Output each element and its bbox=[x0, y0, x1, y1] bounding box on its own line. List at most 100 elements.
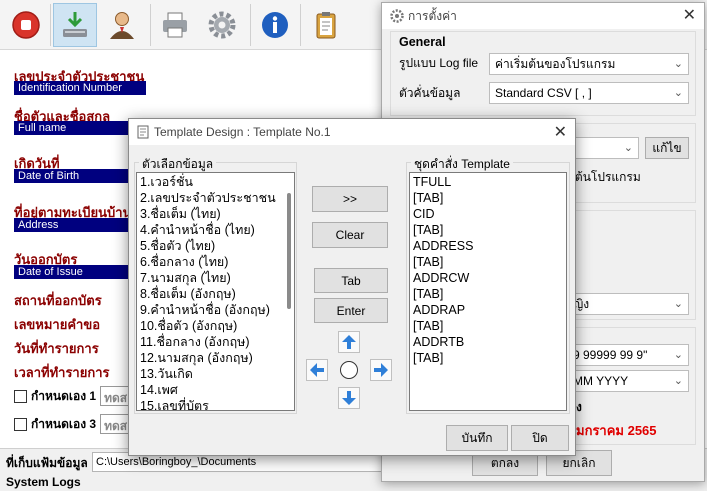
system-logs-label: System Logs bbox=[6, 475, 81, 489]
field-option-item[interactable]: 9.คำนำหน้าชื่อ (อังกฤษ) bbox=[140, 302, 280, 318]
field-option-item[interactable]: 8.ชื่อเต็ม (อังกฤษ) bbox=[140, 286, 280, 302]
template-command-item[interactable]: [TAB] bbox=[413, 286, 563, 302]
custom-field-1-row: กำหนดเอง 1 ทดส bbox=[14, 386, 131, 406]
add-field-button[interactable]: >> bbox=[312, 186, 388, 212]
template-select[interactable]: ⌄ bbox=[567, 137, 639, 159]
edit-template-button[interactable]: แก้ไข bbox=[645, 137, 689, 159]
printer-icon bbox=[163, 12, 187, 38]
delimiter-select[interactable]: Standard CSV [ , ] ⌄ bbox=[489, 82, 689, 104]
label-issue-place: สถานที่ออกบัตร bbox=[14, 293, 102, 308]
field-option-item[interactable]: 6.ชื่อกลาง (ไทย) bbox=[140, 254, 280, 270]
arrow-down-icon bbox=[342, 391, 356, 405]
chevron-down-icon: ⌄ bbox=[673, 58, 683, 70]
user-info-button[interactable] bbox=[100, 3, 144, 47]
chevron-down-icon: ⌄ bbox=[623, 142, 633, 154]
date-example-text: มกราคม 2565 bbox=[576, 423, 657, 438]
enter-button[interactable]: Enter bbox=[314, 298, 388, 323]
custom-field-1-input[interactable]: ทดส bbox=[100, 386, 131, 406]
field-option-item[interactable]: 14.เพศ bbox=[140, 382, 280, 398]
template-command-item[interactable]: [TAB] bbox=[413, 190, 563, 206]
template-dialog-close-icon[interactable]: ✕ bbox=[554, 124, 567, 142]
label-transaction-time: เวลาที่ทำรายการ bbox=[14, 365, 110, 380]
field-value-address: Address bbox=[14, 218, 146, 232]
settings-window-gear-icon bbox=[390, 9, 404, 23]
custom-field-1-label: กำหนดเอง 1 bbox=[31, 388, 97, 403]
field-options-list[interactable]: 1.เวอร์ชั่น 2.เลขประจำตัวประชาชน 3.ชื่อเต็… bbox=[136, 172, 295, 411]
settings-titlebar: การตั้งค่า bbox=[382, 3, 704, 29]
about-button[interactable] bbox=[253, 3, 297, 47]
template-command-item[interactable]: [TAB] bbox=[413, 222, 563, 238]
startup-option-text: มต้นโปรแกรม bbox=[567, 170, 641, 184]
id-format-value: 9 99999 99 9" bbox=[573, 348, 648, 362]
log-format-value: ค่าเริ่มต้นของโปรแกรม bbox=[495, 57, 616, 71]
field-option-item[interactable]: 2.เลขประจำตัวประชาชน bbox=[140, 190, 280, 206]
template-design-dialog: Template Design : Template No.1 ✕ ตัวเลื… bbox=[128, 118, 576, 456]
general-group: General รูปแบบ Log file ค่าเริ่มต้นของโป… bbox=[390, 31, 696, 116]
close-template-button[interactable]: ปิด bbox=[511, 425, 569, 451]
field-option-item[interactable]: 10.ชื่อตัว (อังกฤษ) bbox=[140, 318, 280, 334]
document-icon bbox=[137, 125, 149, 139]
template-command-item[interactable]: ADDRTB bbox=[413, 334, 563, 350]
field-option-item[interactable]: 7.นามสกุล (ไทย) bbox=[140, 270, 280, 286]
field-option-item[interactable]: 3.ชื่อเต็ม (ไทย) bbox=[140, 206, 280, 222]
storage-label: ที่เก็บแฟ้มข้อมูล bbox=[6, 456, 88, 470]
template-command-item[interactable]: [TAB] bbox=[413, 350, 563, 366]
download-card-button[interactable] bbox=[53, 3, 97, 47]
chevron-down-icon: ⌄ bbox=[673, 349, 683, 361]
clipboard-icon bbox=[316, 12, 336, 39]
move-up-button[interactable] bbox=[338, 331, 360, 353]
custom-field-3-row: กำหนดเอง 3 ทดส bbox=[14, 414, 131, 434]
date-format-select[interactable]: MM YYYY ⌄ bbox=[567, 370, 689, 392]
template-command-item[interactable]: ADDRESS bbox=[413, 238, 563, 254]
custom-field-3-label: กำหนดเอง 3 bbox=[31, 416, 97, 431]
gender-select[interactable]: ญิง ⌄ bbox=[567, 293, 689, 315]
user-icon bbox=[110, 12, 134, 39]
example-label: ง bbox=[576, 400, 582, 414]
custom-field-3-input[interactable]: ทดส bbox=[100, 414, 131, 434]
field-option-item[interactable]: 1.เวอร์ชั่น bbox=[140, 174, 280, 190]
template-command-item[interactable]: TFULL bbox=[413, 174, 563, 190]
label-request-number: เลขหมายคำขอ bbox=[14, 317, 101, 332]
info-icon bbox=[262, 12, 288, 38]
center-circle-button[interactable] bbox=[340, 361, 358, 379]
options-scrollbar[interactable] bbox=[287, 193, 291, 309]
date-format-value: MM YYYY bbox=[573, 374, 629, 388]
settings-button[interactable] bbox=[200, 3, 244, 47]
clear-button[interactable]: Clear bbox=[312, 222, 388, 248]
field-option-item[interactable]: 15.เลขที่บัตร bbox=[140, 398, 280, 410]
template-command-item[interactable]: CID bbox=[413, 206, 563, 222]
custom-field-1-checkbox[interactable] bbox=[14, 389, 27, 403]
delimiter-value: Standard CSV [ , ] bbox=[495, 86, 592, 100]
chevron-down-icon: ⌄ bbox=[673, 87, 683, 99]
delimiter-label: ตัวคั่นข้อมูล bbox=[399, 86, 461, 100]
save-template-button[interactable]: บันทึก bbox=[446, 425, 508, 451]
settings-close-icon[interactable]: ✕ bbox=[683, 7, 696, 25]
template-command-item[interactable]: ADDRCW bbox=[413, 270, 563, 286]
field-option-item[interactable]: 5.ชื่อตัว (ไทย) bbox=[140, 238, 280, 254]
arrow-right-icon bbox=[374, 363, 388, 377]
template-command-item[interactable]: [TAB] bbox=[413, 318, 563, 334]
template-command-item[interactable]: ADDRAP bbox=[413, 302, 563, 318]
field-value-name: Full name bbox=[14, 121, 146, 135]
log-format-select[interactable]: ค่าเริ่มต้นของโปรแกรม ⌄ bbox=[489, 53, 689, 75]
clipboard-button[interactable] bbox=[304, 3, 348, 47]
field-value-dob: Date of Birth bbox=[14, 169, 146, 183]
custom-field-3-checkbox[interactable] bbox=[14, 417, 27, 431]
field-option-item[interactable]: 11.ชื่อกลาง (อังกฤษ) bbox=[140, 334, 280, 350]
template-commands-list[interactable]: TFULL [TAB] CID [TAB] ADDRESS [TAB] ADDRCW [TAB… bbox=[409, 172, 567, 411]
label-transaction-date: วันที่ทำรายการ bbox=[14, 341, 99, 356]
move-down-button[interactable] bbox=[338, 387, 360, 409]
chevron-down-icon: ⌄ bbox=[673, 298, 683, 310]
tab-button[interactable]: Tab bbox=[314, 268, 388, 293]
stop-icon bbox=[12, 11, 40, 39]
field-option-item[interactable]: 13.วันเกิด bbox=[140, 366, 280, 382]
id-format-select[interactable]: 9 99999 99 9" ⌄ bbox=[567, 344, 689, 366]
template-command-item[interactable]: [TAB] bbox=[413, 254, 563, 270]
field-option-item[interactable]: 12.นามสกุล (อังกฤษ) bbox=[140, 350, 280, 366]
move-left-button[interactable] bbox=[306, 359, 328, 381]
field-option-item[interactable]: 4.คำนำหน้าชื่อ (ไทย) bbox=[140, 222, 280, 238]
move-right-button[interactable] bbox=[370, 359, 392, 381]
print-button[interactable] bbox=[153, 3, 197, 47]
arrow-left-icon bbox=[310, 363, 324, 377]
stop-button[interactable] bbox=[4, 3, 48, 47]
